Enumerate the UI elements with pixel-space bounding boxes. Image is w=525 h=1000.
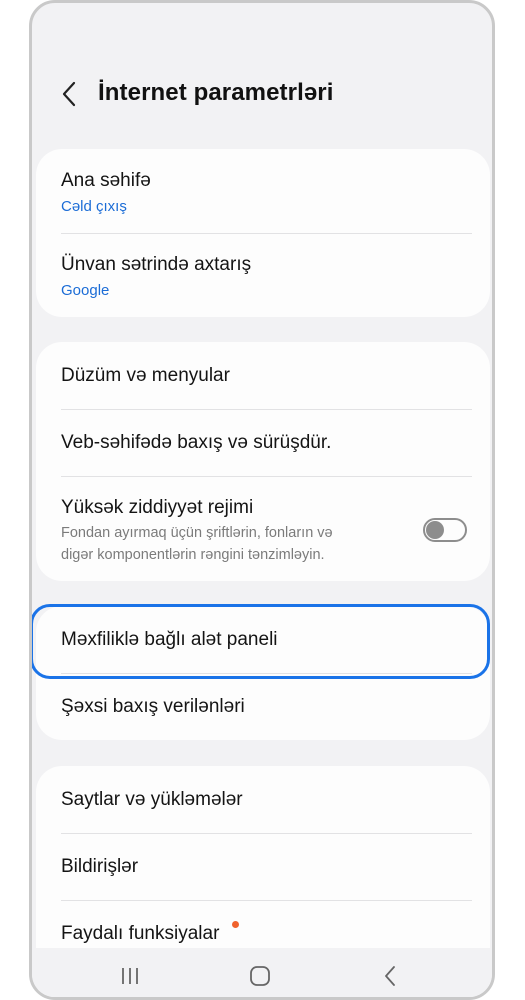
back-icon: [385, 966, 395, 986]
toggle-knob: [426, 521, 444, 539]
home-button[interactable]: [240, 960, 280, 992]
setting-label: Yüksək ziddiyyət rejimi: [61, 497, 254, 518]
settings-group-home: Ana səhifə Cəld çıxış Ünvan sətrində axt…: [36, 149, 490, 317]
setting-label: Veb-səhifədə baxış və sürüşdür.: [61, 432, 332, 453]
nav-back-button[interactable]: [370, 960, 410, 992]
back-button[interactable]: [54, 77, 84, 111]
phone-screen: İnternet parametrləri Ana səhifə Cəld çı…: [29, 0, 495, 1000]
setting-high-contrast[interactable]: Yüksək ziddiyyət rejimi Fondan ayırmaq ü…: [36, 477, 490, 581]
page-title: İnternet parametrləri: [98, 79, 334, 106]
setting-label: Şəxsi baxış verilənləri: [61, 696, 245, 717]
setting-notifications[interactable]: Bildirişlər: [36, 834, 490, 900]
setting-address-bar-search[interactable]: Ünvan sətrində axtarış Google: [36, 234, 490, 317]
setting-label: Faydalı funksiyalar: [61, 923, 220, 944]
recents-button[interactable]: [110, 960, 150, 992]
setting-value: Google: [61, 282, 110, 299]
settings-group-privacy: Məxfiliklə bağlı alət paneli Şəxsi baxış…: [36, 606, 490, 740]
new-badge-dot: [232, 921, 239, 928]
setting-label: Düzüm və menyular: [61, 365, 230, 386]
setting-label: Məxfiliklə bağlı alət paneli: [61, 629, 278, 650]
setting-label: Saytlar və yükləmələr: [61, 789, 243, 810]
setting-layout-menus[interactable]: Düzüm və menyular: [36, 342, 490, 409]
setting-label: Ana səhifə: [61, 170, 151, 191]
app-bar: İnternet parametrləri: [32, 63, 492, 127]
settings-group-layout: Düzüm və menyular Veb-səhifədə baxış və …: [36, 342, 490, 581]
setting-description: Fondan ayırmaq üçün şriftlərin, fonların…: [61, 525, 333, 563]
chevron-left-icon: [62, 81, 76, 107]
setting-privacy-dashboard[interactable]: Məxfiliklə bağlı alət paneli: [36, 606, 490, 673]
high-contrast-toggle[interactable]: [423, 518, 467, 542]
setting-value: Cəld çıxış: [61, 198, 127, 215]
setting-label: Ünvan sətrində axtarış: [61, 254, 252, 275]
home-icon: [250, 966, 270, 986]
setting-view-scroll[interactable]: Veb-səhifədə baxış və sürüşdür.: [36, 410, 490, 476]
setting-personal-browsing-data[interactable]: Şəxsi baxış verilənləri: [36, 674, 490, 740]
setting-label: Bildirişlər: [61, 856, 139, 877]
setting-homepage[interactable]: Ana səhifə Cəld çıxış: [36, 149, 490, 233]
system-nav-bar: [32, 948, 492, 997]
recents-icon: [122, 968, 138, 984]
setting-sites-downloads[interactable]: Saytlar və yükləmələr: [36, 766, 490, 833]
